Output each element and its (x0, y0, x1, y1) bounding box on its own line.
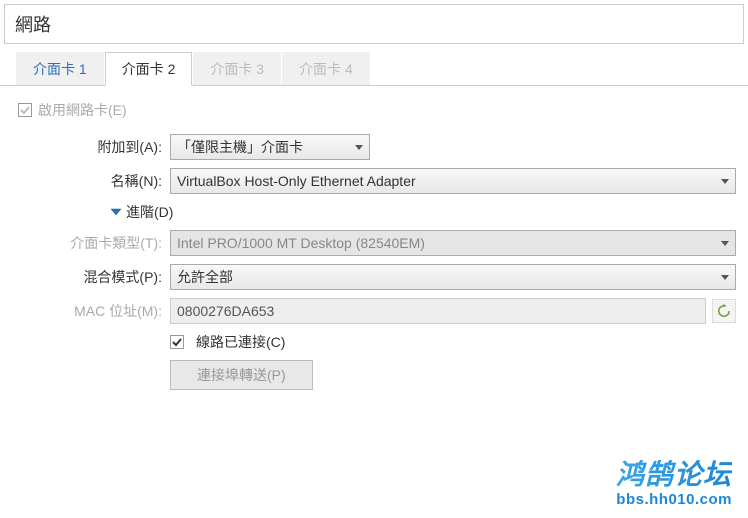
attached-to-select[interactable]: 「僅限主機」介面卡 (170, 134, 370, 160)
cable-connected-label: 線路已連接(C) (196, 332, 285, 352)
tab-adapter-4[interactable]: 介面卡 4 (282, 52, 370, 86)
tab-adapter-2[interactable]: 介面卡 2 (105, 52, 193, 86)
watermark-title: 鸿鹄论坛 (616, 453, 732, 493)
watermark: 鸿鹄论坛 bbs.hh010.com (616, 453, 732, 508)
promiscuous-mode-label: 混合模式(P): (14, 267, 170, 287)
mac-refresh-button[interactable] (712, 299, 736, 323)
name-select[interactable]: VirtualBox Host-Only Ethernet Adapter (170, 168, 736, 194)
tab-adapter-1[interactable]: 介面卡 1 (16, 52, 104, 86)
enable-adapter-label: 啟用網路卡(E) (38, 100, 127, 120)
mac-address-input[interactable]: 0800276DA653 (170, 298, 706, 324)
adapter-type-select: Intel PRO/1000 MT Desktop (82540EM) (170, 230, 736, 256)
page-title: 網路 (4, 4, 744, 44)
cable-connected-checkbox[interactable] (170, 335, 184, 349)
chevron-down-icon (110, 208, 122, 216)
refresh-icon (717, 304, 731, 318)
mac-address-label: MAC 位址(M): (14, 301, 170, 321)
name-label: 名稱(N): (14, 171, 170, 191)
watermark-url: bbs.hh010.com (616, 491, 732, 508)
tabs-bar: 介面卡 1 介面卡 2 介面卡 3 介面卡 4 (16, 52, 748, 86)
attached-to-label: 附加到(A): (14, 137, 170, 157)
adapter-type-label: 介面卡類型(T): (14, 233, 170, 253)
advanced-toggle[interactable]: 進階(D) (110, 202, 173, 222)
promiscuous-mode-select[interactable]: 允許全部 (170, 264, 736, 290)
tab-content: 啟用網路卡(E) 附加到(A): 「僅限主機」介面卡 名稱(N): Virtua… (0, 85, 748, 410)
tab-adapter-3[interactable]: 介面卡 3 (193, 52, 281, 86)
port-forwarding-button: 連接埠轉送(P) (170, 360, 313, 390)
enable-adapter-checkbox[interactable] (18, 103, 32, 117)
